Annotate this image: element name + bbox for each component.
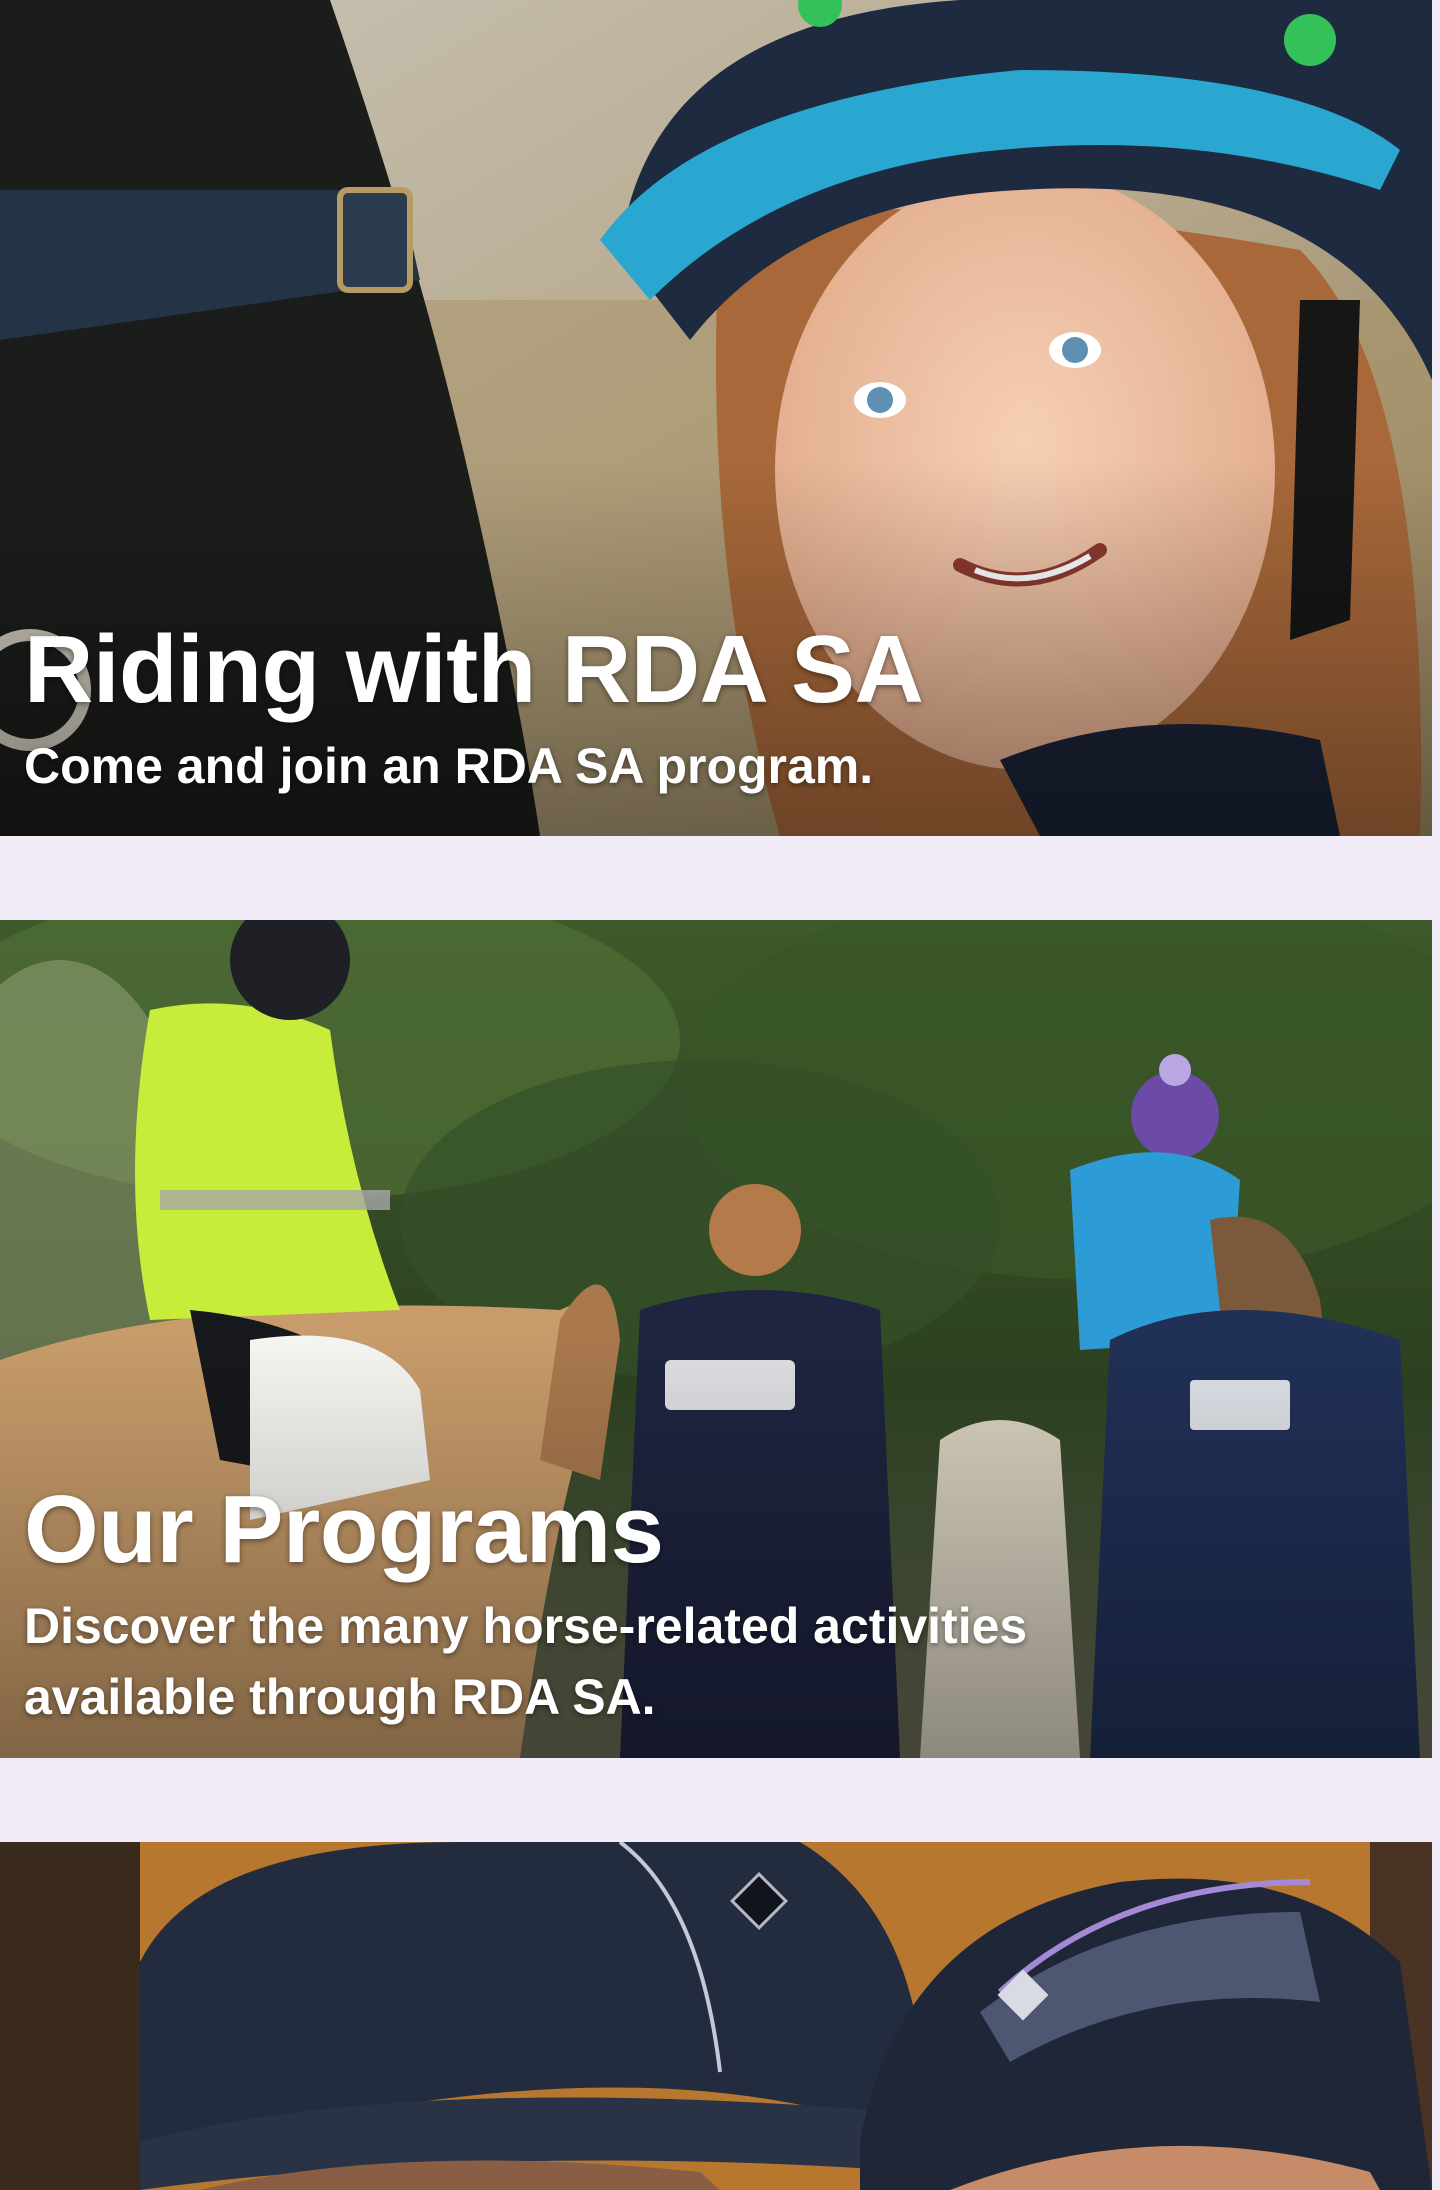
card-text: Our Programs Discover the many horse-rel…	[24, 1476, 1392, 1733]
card-subtitle: Discover the many horse-related activiti…	[24, 1597, 1028, 1725]
our-programs-card[interactable]: Our Programs Discover the many horse-rel…	[0, 920, 1432, 1758]
card-title: Riding with RDA SA	[24, 616, 924, 723]
card-subtitle: Come and join an RDA SA program.	[24, 737, 874, 794]
card-text: Riding with RDA SA Come and join an RDA …	[24, 616, 1392, 802]
card-title: Our Programs	[24, 1476, 664, 1583]
riders-helmets-card[interactable]	[0, 1842, 1432, 2190]
riding-with-rda-card[interactable]: Riding with RDA SA Come and join an RDA …	[0, 0, 1432, 836]
riders-helmets-photo	[0, 1842, 1432, 2190]
